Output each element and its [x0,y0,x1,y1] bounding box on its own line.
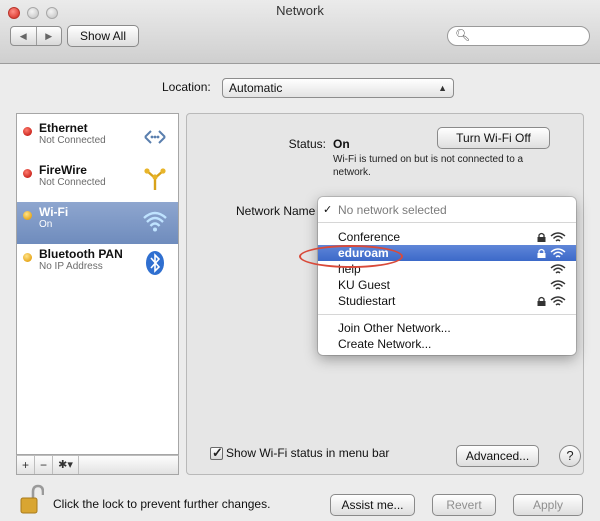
status-dot-red [23,127,32,136]
wifi-signal-icon [550,232,566,242]
service-bluetooth-pan[interactable]: Bluetooth PAN No IP Address [17,244,178,286]
network-name-menu: ✓ No network selected Conference eduroam… [318,197,576,355]
status-dot-red [23,169,32,178]
wifi-signal-icon [550,280,566,290]
network-label: Studiestart [338,294,396,308]
revert-button[interactable]: Revert [432,494,496,516]
help-button[interactable]: ? [559,445,581,467]
network-name-label: Network Name [236,204,316,218]
status-label: Status: [288,137,326,151]
advanced-button[interactable]: Advanced... [456,445,539,467]
network-preferences-window: Network ◀ ▶ Show All 🔍︎ Location: Automa… [0,0,600,521]
turn-wifi-off-button[interactable]: Turn Wi-Fi Off [437,127,550,149]
menu-item-no-network[interactable]: ✓ No network selected [318,202,576,218]
back-arrow-icon[interactable]: ◀ [11,27,36,45]
network-services-list: Ethernet Not Connected FireWire Not Conn… [16,113,179,455]
network-label: help [338,262,361,276]
service-name: Bluetooth PAN [39,247,123,261]
service-firewire[interactable]: FireWire Not Connected [17,160,178,202]
show-all-button[interactable]: Show All [67,25,139,47]
popup-arrows-icon: ▲ [438,83,447,93]
firewire-icon [144,168,166,190]
status-description: Wi-Fi is turned on but is not connected … [333,154,524,178]
title-bar: Network ◀ ▶ Show All 🔍︎ [0,0,600,64]
lock-message: Click the lock to prevent further change… [53,497,271,511]
status-dot-yellow [23,253,32,262]
wifi-icon [143,211,167,232]
checkmark-icon: ✓ [323,204,333,216]
menu-separator [318,222,576,223]
service-name: Wi-Fi [39,205,69,219]
network-label: Conference [338,230,401,244]
menu-separator [318,314,576,315]
location-label: Location: [162,80,211,94]
checkbox-checked-icon[interactable] [210,445,223,461]
menu-item-join-other-network[interactable]: Join Other Network... [318,320,576,336]
service-wifi[interactable]: Wi-Fi On [17,202,178,244]
wifi-signal-icon [550,296,566,306]
menu-item-network[interactable]: KU Guest [318,277,576,293]
menu-item-network[interactable]: Studiestart [318,293,576,309]
network-label: KU Guest [338,278,391,292]
search-input[interactable]: 🔍︎ [447,26,590,46]
service-name: FireWire [39,163,87,177]
window-title: Network [276,3,324,18]
service-toolbar: + − ✱▾ [16,455,179,475]
service-status: Not Connected [39,177,106,188]
gear-icon[interactable]: ✱▾ [53,456,79,474]
service-status: Not Connected [39,135,106,146]
status-value: On [333,137,350,151]
menu-item-network-eduroam[interactable]: eduroam [318,245,576,261]
lock-icon [537,232,546,242]
status-dot-yellow [23,211,32,220]
location-popup[interactable]: Automatic ▲ [222,78,454,98]
padlock-icon[interactable] [20,484,44,514]
assist-me-button[interactable]: Assist me... [330,494,415,516]
menu-item-network[interactable]: help [318,261,576,277]
bluetooth-icon [146,251,164,275]
service-status: No IP Address [39,261,103,272]
show-wifi-status-checkbox[interactable]: Show Wi-Fi status in menu bar [210,445,390,461]
service-name: Ethernet [39,121,88,135]
network-label: eduroam [338,246,389,260]
forward-arrow-icon[interactable]: ▶ [35,27,62,45]
menu-item-label: Join Other Network... [338,321,451,335]
back-forward-control: ◀ ▶ [10,26,62,46]
apply-button[interactable]: Apply [513,494,583,516]
search-icon: 🔍︎ [455,28,471,42]
service-ethernet[interactable]: Ethernet Not Connected [17,118,178,160]
wifi-signal-icon [550,264,566,274]
add-service-button[interactable]: + [17,456,35,474]
service-status: On [39,219,53,230]
menu-item-label: No network selected [338,203,447,217]
wifi-signal-icon [550,248,566,258]
location-value: Automatic [229,81,283,95]
menu-item-label: Create Network... [338,337,432,351]
ethernet-icon [144,130,166,144]
lock-icon [537,248,546,258]
menu-item-create-network[interactable]: Create Network... [318,336,576,352]
checkbox-label: Show Wi-Fi status in menu bar [226,446,390,460]
remove-service-button[interactable]: − [35,456,53,474]
menu-item-network[interactable]: Conference [318,229,576,245]
lock-icon [537,296,546,306]
